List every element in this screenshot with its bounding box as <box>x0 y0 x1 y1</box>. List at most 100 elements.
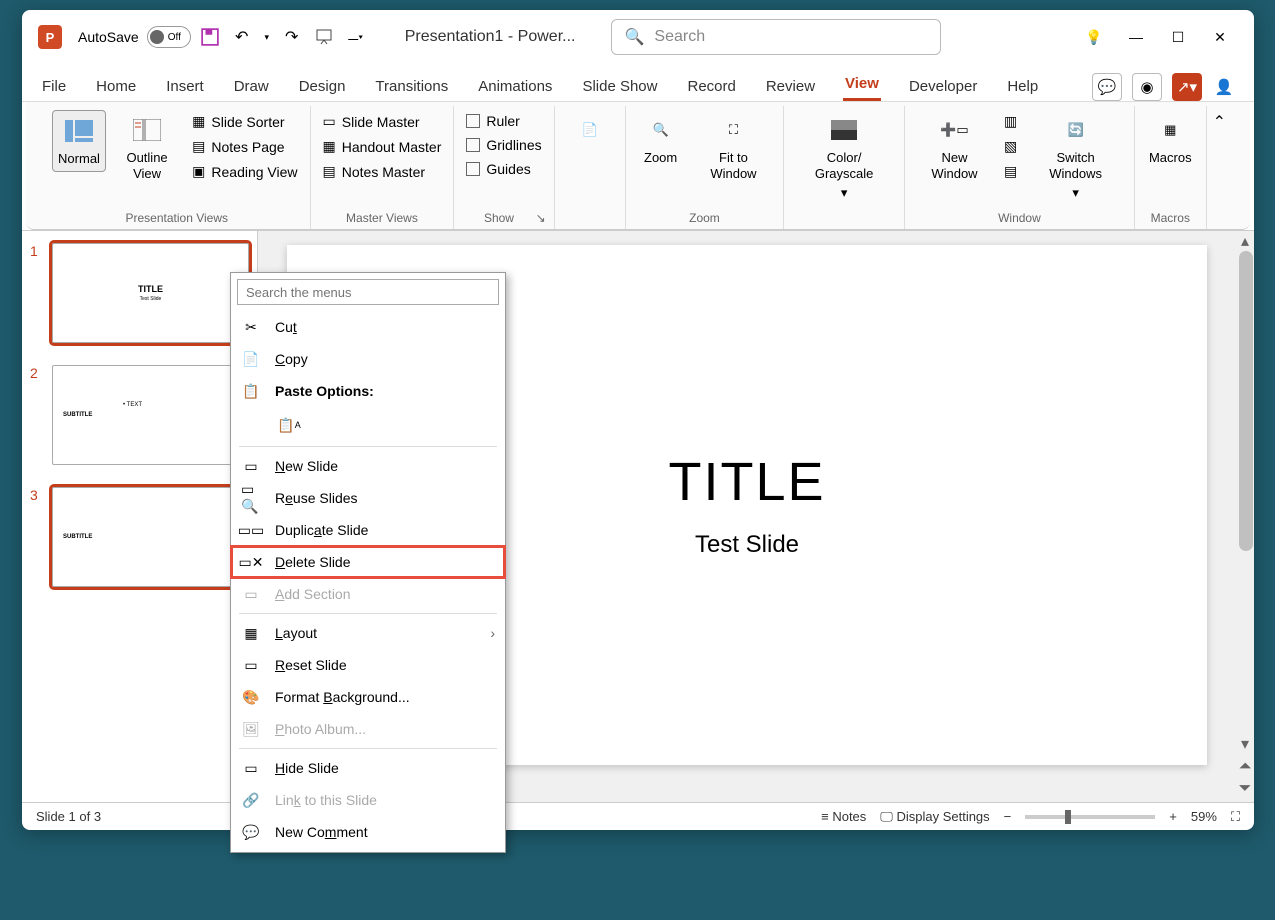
tab-insert[interactable]: Insert <box>164 72 206 101</box>
close-button[interactable]: ✕ <box>1206 23 1234 51</box>
duplicate-slide-icon: ▭▭ <box>241 520 261 540</box>
notes-button[interactable]: 📄 <box>563 110 617 154</box>
macros-button[interactable]: ▦Macros <box>1143 110 1198 170</box>
slide-master-button[interactable]: ▭Slide Master <box>319 110 446 133</box>
tab-record[interactable]: Record <box>685 72 737 101</box>
tab-file[interactable]: File <box>40 72 68 101</box>
workspace: 1 TITLE Test Slide 2 SUBTITLE • TEXT 3 S… <box>22 230 1254 802</box>
reset-slide-icon: ▭ <box>241 655 261 675</box>
undo-button[interactable]: ↶ <box>229 24 255 50</box>
menu-layout[interactable]: ▦Layout› <box>231 617 505 649</box>
cascade-button[interactable]: ▧ <box>1000 135 1021 158</box>
scrollbar-track[interactable] <box>1236 251 1254 730</box>
menu-copy[interactable]: 📄Copy <box>231 343 505 375</box>
thumbnail-slide-3[interactable]: SUBTITLE <box>52 487 249 587</box>
scroll-down-icon[interactable]: ▾ <box>1241 734 1249 754</box>
menu-new-slide[interactable]: ▭New Slide <box>231 450 505 482</box>
checkbox-icon <box>466 114 480 128</box>
tab-home[interactable]: Home <box>94 72 138 101</box>
save-button[interactable] <box>197 24 223 50</box>
thumbnail-slide-2[interactable]: SUBTITLE • TEXT <box>52 365 249 465</box>
fit-to-window-button[interactable]: ⛶Fit to Window <box>692 110 776 185</box>
present-from-start-button[interactable] <box>311 24 337 50</box>
slide-sorter-button[interactable]: ▦Slide Sorter <box>188 110 301 133</box>
account-icon[interactable]: 👤 <box>1212 78 1236 96</box>
menu-duplicate-slide[interactable]: ▭▭Duplicate Slide <box>231 514 505 546</box>
comments-button[interactable]: 💬 <box>1092 73 1122 101</box>
layout-icon: ▦ <box>241 623 261 643</box>
move-split-icon: ▤ <box>1004 163 1017 180</box>
undo-dropdown[interactable]: ▾ <box>261 24 273 50</box>
vertical-scrollbar[interactable]: ▴ ▾ ⏶ ⏷ <box>1236 231 1254 802</box>
menu-delete-slide[interactable]: ▭✕Delete Slide <box>231 546 505 578</box>
dialog-launcher-icon[interactable]: ↘ <box>536 211 546 225</box>
maximize-button[interactable]: ☐ <box>1164 23 1192 51</box>
tab-help[interactable]: Help <box>1005 72 1040 101</box>
menu-search-input[interactable] <box>237 279 499 305</box>
search-icon: 🔍 <box>624 27 644 47</box>
slide-counter[interactable]: Slide 1 of 3 <box>36 809 101 824</box>
display-settings-button[interactable]: 🖵 Display Settings <box>880 809 989 825</box>
slide-thumbnails-panel: 1 TITLE Test Slide 2 SUBTITLE • TEXT 3 S… <box>22 231 258 802</box>
tab-design[interactable]: Design <box>297 72 348 101</box>
record-indicator-button[interactable]: ◉ <box>1132 73 1162 101</box>
menu-cut[interactable]: ✂Cut <box>231 311 505 343</box>
thumbnail-row: 2 SUBTITLE • TEXT <box>30 365 249 465</box>
zoom-out-button[interactable]: − <box>1004 809 1012 824</box>
switch-windows-button[interactable]: 🔄Switch Windows ▾ <box>1025 110 1126 205</box>
new-window-button[interactable]: ➕▭New Window <box>913 110 996 185</box>
arrange-all-icon: ▥ <box>1004 113 1017 130</box>
scroll-up-icon[interactable]: ▴ <box>1236 231 1254 251</box>
minimize-button[interactable]: — <box>1122 23 1150 51</box>
notes-master-button[interactable]: ▤Notes Master <box>319 160 446 183</box>
thumbnail-number: 3 <box>30 487 44 587</box>
scrollbar-thumb[interactable] <box>1239 251 1253 551</box>
next-slide-icon[interactable]: ⏷ <box>1239 780 1252 798</box>
paste-keep-formatting-button[interactable]: 📋A <box>275 411 303 439</box>
redo-button[interactable]: ↷ <box>279 24 305 50</box>
handout-master-icon: ▦ <box>323 138 336 155</box>
notes-page-button[interactable]: ▤Notes Page <box>188 135 301 158</box>
thumbnail-slide-1[interactable]: TITLE Test Slide <box>52 243 249 343</box>
tab-draw[interactable]: Draw <box>232 72 271 101</box>
lightbulb-icon[interactable]: 💡 <box>1080 23 1108 51</box>
autosave-toggle[interactable]: Off <box>147 26 191 48</box>
prev-slide-icon[interactable]: ⏶ <box>1239 758 1252 776</box>
zoom-slider-thumb[interactable] <box>1065 810 1071 824</box>
slide-title-text: TITLE <box>668 451 825 513</box>
menu-reuse-slides[interactable]: ▭🔍Reuse Slides <box>231 482 505 514</box>
search-input[interactable]: 🔍 Search <box>611 19 941 55</box>
tab-developer[interactable]: Developer <box>907 72 979 101</box>
menu-reset-slide[interactable]: ▭Reset Slide <box>231 649 505 681</box>
ruler-checkbox[interactable]: Ruler <box>462 110 545 132</box>
color-grayscale-button[interactable]: Color/ Grayscale ▾ <box>792 110 896 205</box>
zoom-button[interactable]: 🔍Zoom <box>634 110 688 170</box>
notes-toggle[interactable]: ≡ Notes <box>821 809 866 824</box>
tab-review[interactable]: Review <box>764 72 817 101</box>
zoom-in-button[interactable]: + <box>1169 809 1177 824</box>
tab-animations[interactable]: Animations <box>476 72 554 101</box>
move-split-button[interactable]: ▤ <box>1000 160 1021 183</box>
gridlines-checkbox[interactable]: Gridlines <box>462 134 545 156</box>
share-button[interactable]: ↗▾ <box>1172 73 1202 101</box>
handout-master-button[interactable]: ▦Handout Master <box>319 135 446 158</box>
normal-view-button[interactable]: Normal <box>52 110 106 172</box>
menu-new-comment[interactable]: 💬New Comment <box>231 816 505 848</box>
group-window: ➕▭New Window ▥ ▧ ▤ 🔄Switch Windows ▾ Win… <box>905 106 1135 229</box>
tab-slideshow[interactable]: Slide Show <box>580 72 659 101</box>
zoom-slider[interactable] <box>1025 815 1155 819</box>
tab-view[interactable]: View <box>843 69 881 101</box>
outline-view-button[interactable]: Outline View <box>110 110 184 185</box>
collapse-ribbon-button[interactable]: ⌃ <box>1207 106 1232 229</box>
app-window: P AutoSave Off ↶ ▾ ↷ ⎼▾ Presentation1 - … <box>22 10 1254 830</box>
reading-view-button[interactable]: ▣Reading View <box>188 160 301 183</box>
menu-format-background[interactable]: 🎨Format Background... <box>231 681 505 713</box>
qat-customize-button[interactable]: ⎼▾ <box>343 24 369 50</box>
status-bar: Slide 1 of 3 ≡ Notes 🖵 Display Settings … <box>22 802 1254 830</box>
menu-hide-slide[interactable]: ▭Hide Slide <box>231 752 505 784</box>
arrange-all-button[interactable]: ▥ <box>1000 110 1021 133</box>
fit-to-window-icon[interactable]: ⛶ <box>1231 809 1240 825</box>
guides-checkbox[interactable]: Guides <box>462 158 545 180</box>
tab-transitions[interactable]: Transitions <box>373 72 450 101</box>
zoom-level[interactable]: 59% <box>1191 809 1217 824</box>
